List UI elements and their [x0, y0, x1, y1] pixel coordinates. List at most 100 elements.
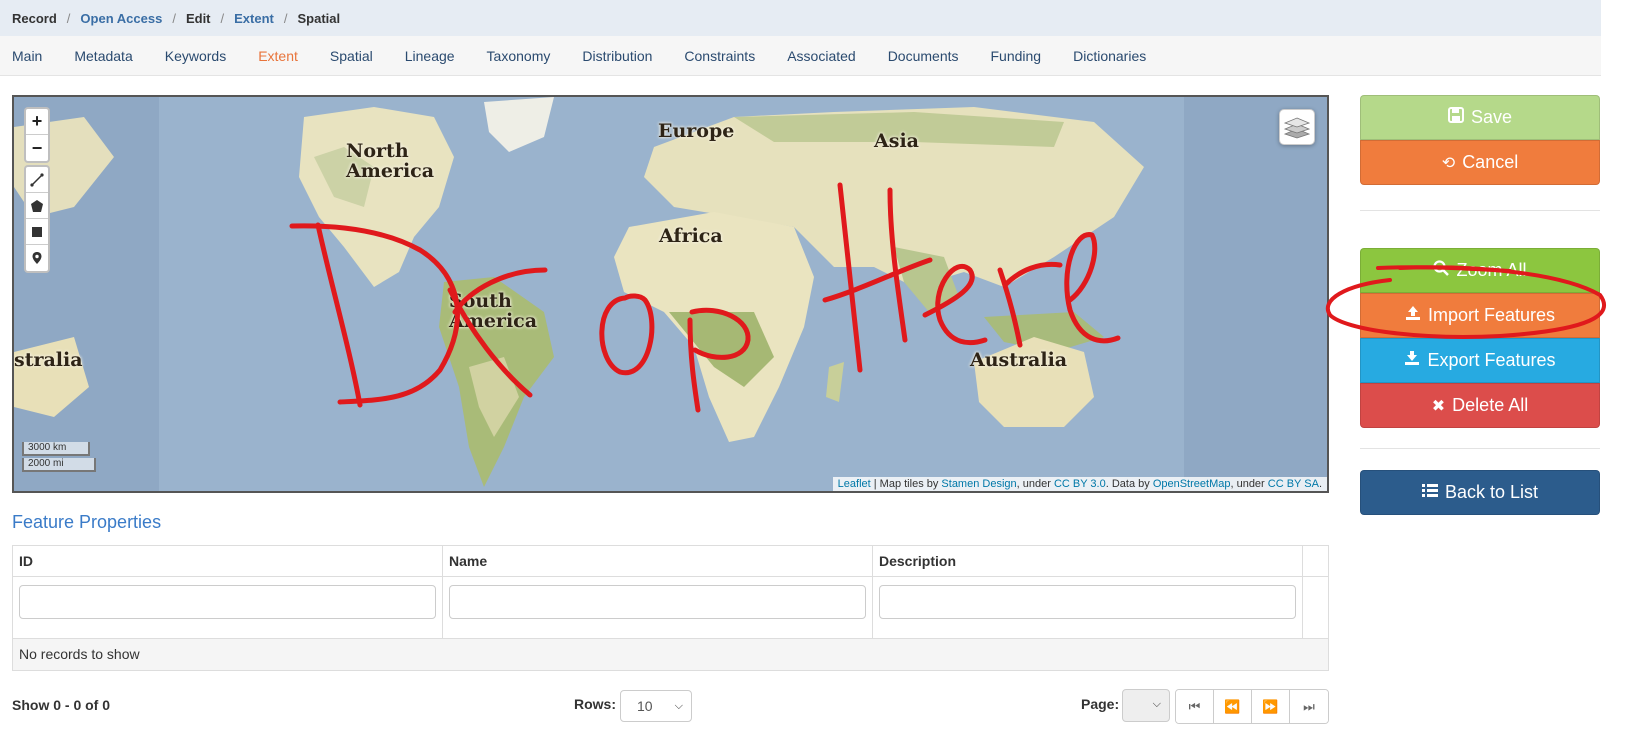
breadcrumb-extent[interactable]: Extent: [234, 11, 274, 26]
export-features-label: Export Features: [1427, 350, 1556, 370]
attribution-stamen-link[interactable]: Stamen Design: [941, 478, 1016, 490]
feature-properties-grid: ID Name Description No records to show: [12, 545, 1329, 671]
draw-polyline-button[interactable]: [26, 167, 48, 193]
tab-main[interactable]: Main: [0, 36, 58, 76]
tab-extent[interactable]: Extent: [242, 36, 314, 76]
undo-icon: ⟲: [1441, 154, 1456, 172]
save-button[interactable]: Save: [1360, 95, 1600, 140]
attribution-text: , under: [1016, 478, 1054, 490]
map-attribution: Leaflet | Map tiles by Stamen Design, un…: [832, 477, 1327, 491]
map-label-south-america: South America: [449, 291, 537, 331]
map-label-north: North: [346, 140, 409, 162]
map-label-africa: Africa: [659, 225, 723, 247]
rows-label: Rows:: [574, 696, 616, 712]
attribution-text: .: [1318, 478, 1322, 490]
breadcrumb-spatial: Spatial: [297, 10, 341, 26]
attribution-leaflet-link[interactable]: Leaflet: [838, 478, 871, 490]
list-icon: [1421, 483, 1438, 502]
breadcrumb-record[interactable]: Record: [12, 11, 57, 26]
scale-bar-mi: 2000 mi: [22, 458, 96, 472]
page-select[interactable]: ⌵: [1122, 689, 1170, 722]
last-page-button[interactable]: ⏭: [1290, 690, 1328, 723]
tab-taxonomy[interactable]: Taxonomy: [471, 36, 567, 76]
filter-name-input[interactable]: [449, 585, 866, 619]
attribution-osm-link[interactable]: OpenStreetMap: [1153, 478, 1231, 490]
filter-cell: [443, 577, 873, 638]
map-label-australia: Australia: [970, 349, 1068, 371]
tab-spatial[interactable]: Spatial: [314, 36, 389, 76]
zoom-out-button[interactable]: −: [26, 135, 48, 161]
attribution-text: . Data by: [1105, 478, 1153, 490]
page-label: Page:: [1081, 696, 1120, 712]
next-page-button[interactable]: ⏩: [1252, 690, 1290, 723]
tab-metadata[interactable]: Metadata: [58, 36, 148, 76]
delete-all-button[interactable]: ✖ Delete All: [1360, 383, 1600, 428]
feature-properties-title: Feature Properties: [12, 512, 162, 532]
zoom-all-label: Zoom All: [1456, 260, 1527, 280]
breadcrumb-edit[interactable]: Edit: [186, 11, 211, 26]
back-to-list-button[interactable]: Back to List: [1360, 470, 1600, 515]
layers-control-button[interactable]: [1279, 109, 1315, 145]
tab-lineage[interactable]: Lineage: [389, 36, 471, 76]
export-features-button[interactable]: Export Features: [1360, 338, 1600, 383]
column-header-description[interactable]: Description: [873, 546, 1303, 576]
rows-per-page-select[interactable]: 10 ⌵: [620, 690, 692, 722]
fast-forward-icon: ⏩: [1262, 698, 1279, 714]
grid-header: ID Name Description: [13, 546, 1328, 577]
map-label-america: America: [346, 160, 435, 182]
last-page-icon: ⏭: [1303, 698, 1315, 714]
cancel-label: Cancel: [1462, 152, 1519, 172]
scale-bar-km: 3000 km: [22, 442, 90, 456]
zoom-all-button[interactable]: Zoom All: [1360, 248, 1600, 293]
draw-toolbar: [24, 165, 50, 273]
filter-id-input[interactable]: [19, 585, 436, 619]
tab-associated[interactable]: Associated: [771, 36, 871, 76]
map-label-north-america: North America: [346, 141, 434, 181]
zoom-in-button[interactable]: +: [26, 109, 48, 135]
breadcrumb-open-access[interactable]: Open Access: [80, 11, 162, 26]
tab-constraints[interactable]: Constraints: [668, 36, 771, 76]
section-tabs: Main Metadata Keywords Extent Spatial Li…: [0, 36, 1601, 76]
close-icon: ✖: [1431, 397, 1446, 415]
prev-page-button[interactable]: ⏪: [1214, 690, 1252, 723]
draw-marker-button[interactable]: [26, 245, 48, 271]
breadcrumb-separator: /: [66, 10, 71, 26]
tab-funding[interactable]: Funding: [975, 36, 1058, 76]
download-icon: [1404, 350, 1420, 371]
tab-documents[interactable]: Documents: [872, 36, 975, 76]
attribution-ccby30-link[interactable]: CC BY 3.0: [1054, 478, 1106, 490]
chevron-down-icon: ⌵: [674, 700, 683, 712]
sidebar-divider: [1360, 210, 1600, 211]
draw-rectangle-button[interactable]: [26, 219, 48, 245]
polyline-icon: [30, 172, 44, 187]
first-page-button[interactable]: ⏮: [1176, 690, 1214, 723]
column-header-id[interactable]: ID: [13, 546, 443, 576]
filter-cell-spacer: [1303, 577, 1328, 638]
save-label: Save: [1470, 107, 1513, 127]
column-header-name[interactable]: Name: [443, 546, 873, 576]
rectangle-icon: [32, 226, 42, 237]
cancel-button[interactable]: ⟲ Cancel: [1360, 140, 1600, 185]
map-canvas[interactable]: North America Europe Asia Africa South A…: [12, 95, 1329, 493]
import-features-label: Import Features: [1427, 305, 1556, 325]
draw-polygon-button[interactable]: [26, 193, 48, 219]
tab-keywords[interactable]: Keywords: [149, 36, 242, 76]
delete-all-label: Delete All: [1452, 395, 1529, 415]
breadcrumb-separator: /: [220, 10, 225, 26]
import-features-button[interactable]: Import Features: [1360, 293, 1600, 338]
chevron-down-icon: ⌵: [1152, 698, 1161, 710]
filter-description-input[interactable]: [879, 585, 1296, 619]
floppy-disk-icon: [1447, 107, 1464, 128]
map-label-south: South: [449, 290, 512, 312]
marker-icon: [32, 252, 42, 264]
map-label-asia: Asia: [874, 130, 919, 152]
tab-dictionaries[interactable]: Dictionaries: [1057, 36, 1162, 76]
map-label-australia-wrapped: stralia: [14, 349, 83, 371]
empty-message: No records to show: [13, 639, 1328, 670]
attribution-text: , under: [1230, 478, 1268, 490]
map-label-america: America: [449, 310, 538, 332]
search-icon: [1433, 260, 1450, 281]
attribution-ccbysa-link[interactable]: CC BY SA: [1268, 478, 1319, 490]
tab-distribution[interactable]: Distribution: [566, 36, 668, 76]
polygon-icon: [31, 199, 43, 212]
